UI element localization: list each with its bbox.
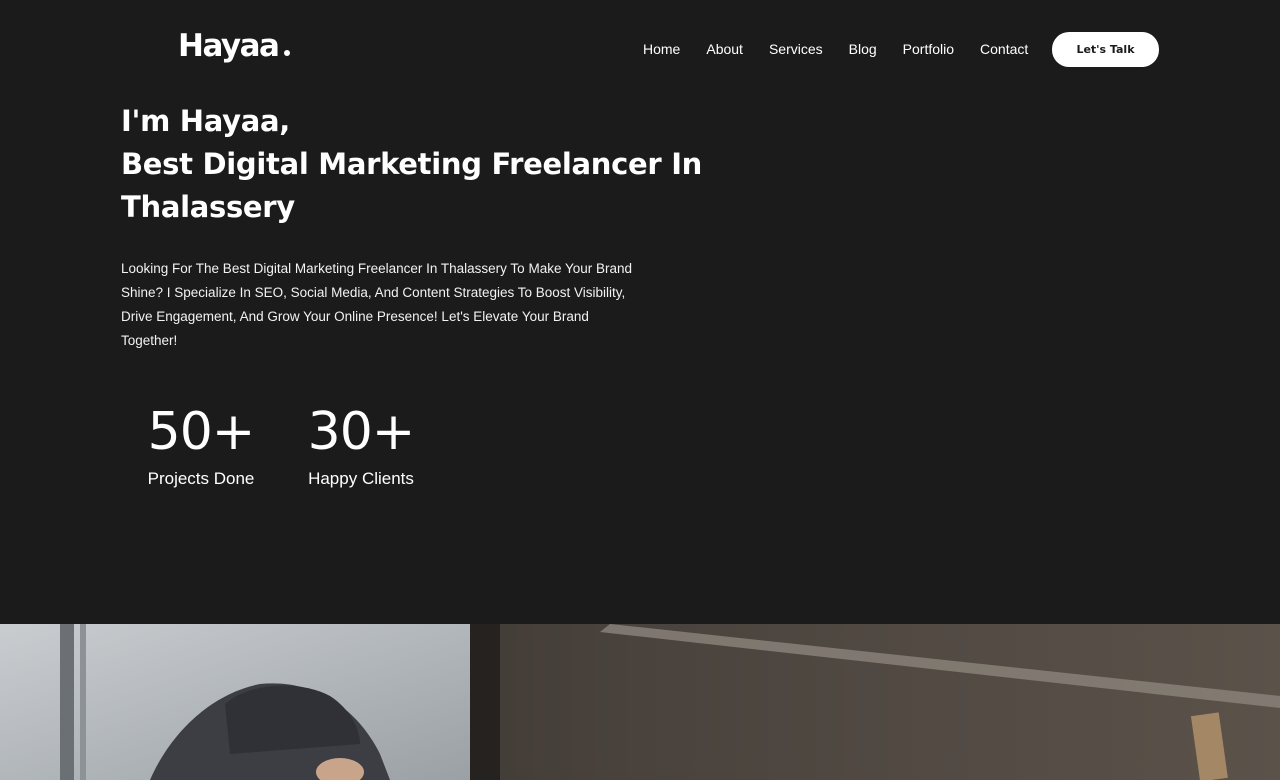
stat-clients: 30+ Happy Clients bbox=[291, 398, 431, 490]
nav-link-about[interactable]: About bbox=[706, 38, 743, 60]
hero-title-line-2: Best Digital Marketing Freelancer In bbox=[121, 147, 703, 181]
hero-title-line-3: Thalassery bbox=[121, 190, 295, 224]
page: Hayaa Home About Services Blog Portfolio… bbox=[0, 0, 1280, 780]
hero-title-line-1: I'm Hayaa, bbox=[121, 104, 290, 138]
nav-link-blog[interactable]: Blog bbox=[849, 38, 877, 60]
hero-description: Looking For The Best Digital Marketing F… bbox=[121, 261, 633, 348]
nav-link-portfolio[interactable]: Portfolio bbox=[903, 38, 954, 60]
logo-text[interactable]: Hayaa bbox=[178, 28, 280, 64]
stat-clients-label: Happy Clients bbox=[308, 469, 414, 488]
nav-link-home[interactable]: Home bbox=[643, 38, 680, 60]
stat-projects-number: 50+ bbox=[147, 402, 256, 462]
main-nav: Home About Services Blog Portfolio Conta… bbox=[643, 38, 1028, 60]
stat-projects-label: Projects Done bbox=[147, 469, 255, 488]
hero-title: I'm Hayaa, Best Digital Marketing Freela… bbox=[121, 100, 741, 229]
nav-link-services[interactable]: Services bbox=[769, 38, 823, 60]
logo-dot-icon bbox=[284, 50, 291, 56]
nav-link-contact[interactable]: Contact bbox=[980, 38, 1028, 60]
stat-projects: 50+ Projects Done bbox=[131, 398, 271, 490]
hero-photo bbox=[0, 624, 1280, 780]
hero-photo-image bbox=[0, 624, 1280, 780]
site-header: Hayaa Home About Services Blog Portfolio… bbox=[0, 0, 1280, 98]
lets-talk-button[interactable]: Let's Talk bbox=[1052, 32, 1159, 67]
stat-clients-number: 30+ bbox=[307, 402, 416, 462]
site-logo[interactable]: Hayaa bbox=[178, 27, 291, 65]
